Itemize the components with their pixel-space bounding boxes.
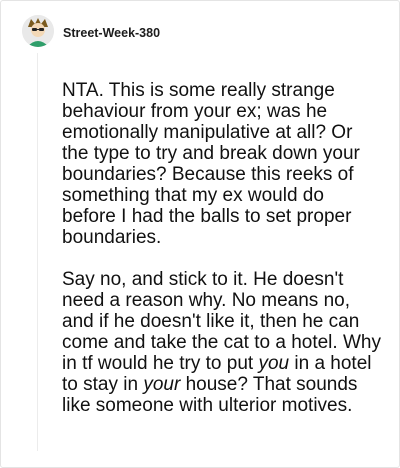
user-avatar-icon — [22, 15, 54, 47]
comment-paragraph: NTA. This is some really strange behavio… — [62, 80, 360, 248]
comment-body: NTA. This is some really strange behavio… — [62, 80, 382, 437]
thread-line[interactable] — [37, 53, 38, 451]
avatar[interactable] — [22, 15, 54, 47]
comment-author[interactable]: Street-Week-380 — [63, 26, 160, 40]
comment-emphasis: your — [143, 374, 181, 395]
comment-card: Street-Week-380 NTA. This is some really… — [0, 0, 400, 468]
comment-emphasis: you — [258, 353, 290, 374]
comment-paragraph: Say no, and stick to it. He doesn't need… — [62, 269, 382, 416]
